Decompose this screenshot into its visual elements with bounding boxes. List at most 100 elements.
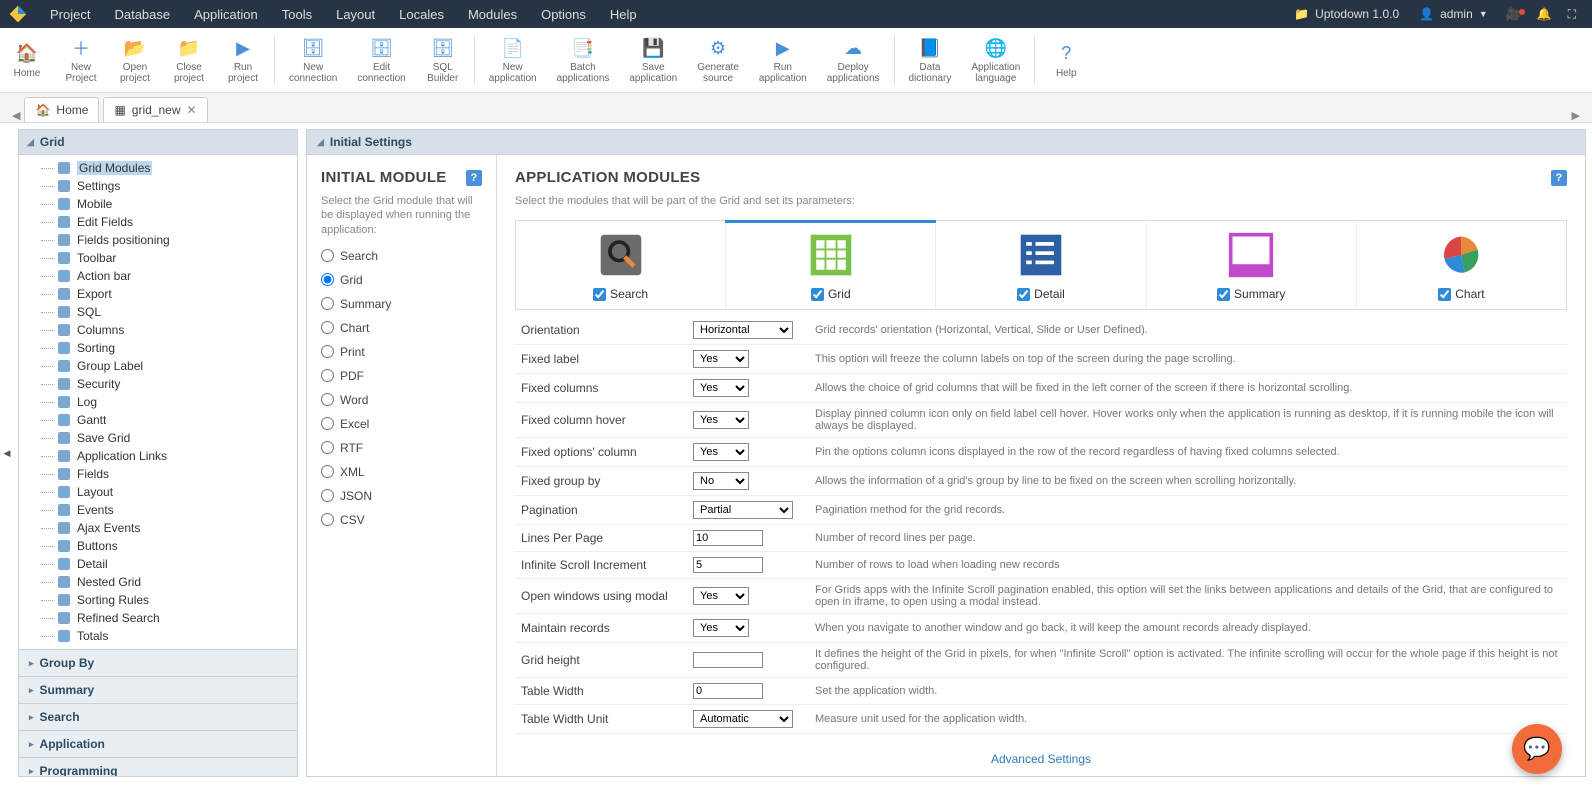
toolbar-help[interactable]: ?Help [1039,32,1093,88]
module-tab-detail[interactable]: Detail [936,221,1146,309]
tree-node-detail[interactable]: Detail [19,555,297,573]
tree-node-mobile[interactable]: Mobile [19,195,297,213]
tree-node-sorting-rules[interactable]: Sorting Rules [19,591,297,609]
tree-node-action-bar[interactable]: Action bar [19,267,297,285]
toolbar-save-application[interactable]: 💾Save application [619,32,687,88]
tree-node-columns[interactable]: Columns [19,321,297,339]
setting-input[interactable]: Yes [693,379,749,397]
radio-grid[interactable]: Grid [321,273,482,287]
toolbar-deploy-applications[interactable]: ☁Deploy applications [817,32,890,88]
menu-project[interactable]: Project [38,7,102,22]
module-checkbox[interactable] [1217,288,1230,301]
setting-input[interactable] [693,683,763,699]
radio-chart[interactable]: Chart [321,321,482,335]
close-icon[interactable]: ✕ [186,103,196,117]
setting-input[interactable]: No [693,472,749,490]
tree-node-buttons[interactable]: Buttons [19,537,297,555]
tree-node-settings[interactable]: Settings [19,177,297,195]
setting-input[interactable] [693,530,763,546]
radio-input[interactable] [321,345,334,358]
radio-input[interactable] [321,273,334,286]
radio-input[interactable] [321,441,334,454]
tree-node-security[interactable]: Security [19,375,297,393]
setting-input[interactable]: Horizontal [693,321,793,339]
setting-input[interactable] [693,557,763,573]
setting-input[interactable] [693,652,763,668]
toolbar-open-project[interactable]: 📂Open project [108,32,162,88]
tree-node-export[interactable]: Export [19,285,297,303]
tree-node-layout[interactable]: Layout [19,483,297,501]
tree-node-application-links[interactable]: Application Links [19,447,297,465]
menu-tools[interactable]: Tools [270,7,324,22]
radio-input[interactable] [321,417,334,430]
radio-print[interactable]: Print [321,345,482,359]
module-checkbox[interactable] [1017,288,1030,301]
toolbar-new-connection[interactable]: 🗄New connection [279,32,347,88]
tree-node-fields[interactable]: Fields [19,465,297,483]
toolbar-edit-connection[interactable]: 🗄Edit connection [347,32,415,88]
accordion-group-by[interactable]: ▸Group By [19,649,297,676]
setting-input[interactable]: Yes [693,350,749,368]
module-checkbox[interactable] [811,288,824,301]
tree-node-ajax-events[interactable]: Ajax Events [19,519,297,537]
toolbar-application-language[interactable]: 🌐Application language [961,32,1030,88]
radio-search[interactable]: Search [321,249,482,263]
tree-node-group-label[interactable]: Group Label [19,357,297,375]
setting-input[interactable]: Automatic [693,710,793,728]
radio-input[interactable] [321,513,334,526]
accordion-programming[interactable]: ▸Programming [19,757,297,777]
tree-node-totals[interactable]: Totals [19,627,297,645]
fullscreen-button[interactable]: ⛶ [1560,7,1584,22]
tree-node-sql[interactable]: SQL [19,303,297,321]
tree-node-gantt[interactable]: Gantt [19,411,297,429]
tree-node-nested-grid[interactable]: Nested Grid [19,573,297,591]
radio-excel[interactable]: Excel [321,417,482,431]
radio-csv[interactable]: CSV [321,513,482,527]
tree-node-edit-fields[interactable]: Edit Fields [19,213,297,231]
help-icon[interactable]: ? [466,170,482,186]
setting-input[interactable]: Yes [693,443,749,461]
toolbar-new-project[interactable]: ＋New Project [54,32,108,88]
module-tab-chart[interactable]: Chart [1357,221,1566,309]
radio-summary[interactable]: Summary [321,297,482,311]
toolbar-new-application[interactable]: 📄New application [479,32,547,88]
radio-input[interactable] [321,249,334,262]
menu-locales[interactable]: Locales [387,7,456,22]
radio-rtf[interactable]: RTF [321,441,482,455]
tree-node-grid-modules[interactable]: Grid Modules [19,159,297,177]
user-menu[interactable]: 👤 admin ▼ [1409,7,1498,21]
sidebar-header[interactable]: ◢ Grid [19,130,297,155]
toolbar-run-application[interactable]: ▶Run application [749,32,817,88]
tree-node-events[interactable]: Events [19,501,297,519]
tree-node-save-grid[interactable]: Save Grid [19,429,297,447]
menu-help[interactable]: Help [598,7,649,22]
module-tab-grid[interactable]: Grid [726,221,936,309]
tab-home[interactable]: 🏠Home [24,97,99,122]
toolbar-run-project[interactable]: ▶Run project [216,32,270,88]
sidebar-collapse-handle[interactable]: ◀ [0,123,14,783]
setting-input[interactable]: Yes [693,587,749,605]
toolbar-home[interactable]: 🏠Home [0,32,54,88]
setting-input[interactable]: Yes [693,619,749,637]
toolbar-data-dictionary[interactable]: 📘Data dictionary [899,32,962,88]
advanced-settings-link[interactable]: Advanced Settings [991,752,1091,766]
video-button[interactable]: 🎥 [1498,7,1529,21]
setting-input[interactable]: Yes [693,411,749,429]
radio-input[interactable] [321,489,334,502]
menu-options[interactable]: Options [529,7,598,22]
toolbar-generate-source[interactable]: ⚙Generate source [687,32,749,88]
tree-node-toolbar[interactable]: Toolbar [19,249,297,267]
accordion-summary[interactable]: ▸Summary [19,676,297,703]
accordion-search[interactable]: ▸Search [19,703,297,730]
radio-json[interactable]: JSON [321,489,482,503]
tree-node-refined-search[interactable]: Refined Search [19,609,297,627]
tab-grid_new[interactable]: ▦grid_new✕ [103,97,207,122]
module-tab-summary[interactable]: Summary [1147,221,1357,309]
project-indicator[interactable]: 📁 Uptodown 1.0.0 [1284,7,1409,21]
menu-application[interactable]: Application [182,7,270,22]
radio-input[interactable] [321,321,334,334]
help-icon[interactable]: ? [1551,170,1567,186]
menu-database[interactable]: Database [102,7,182,22]
tree-node-log[interactable]: Log [19,393,297,411]
toolbar-batch-applications[interactable]: 📑Batch applications [547,32,620,88]
